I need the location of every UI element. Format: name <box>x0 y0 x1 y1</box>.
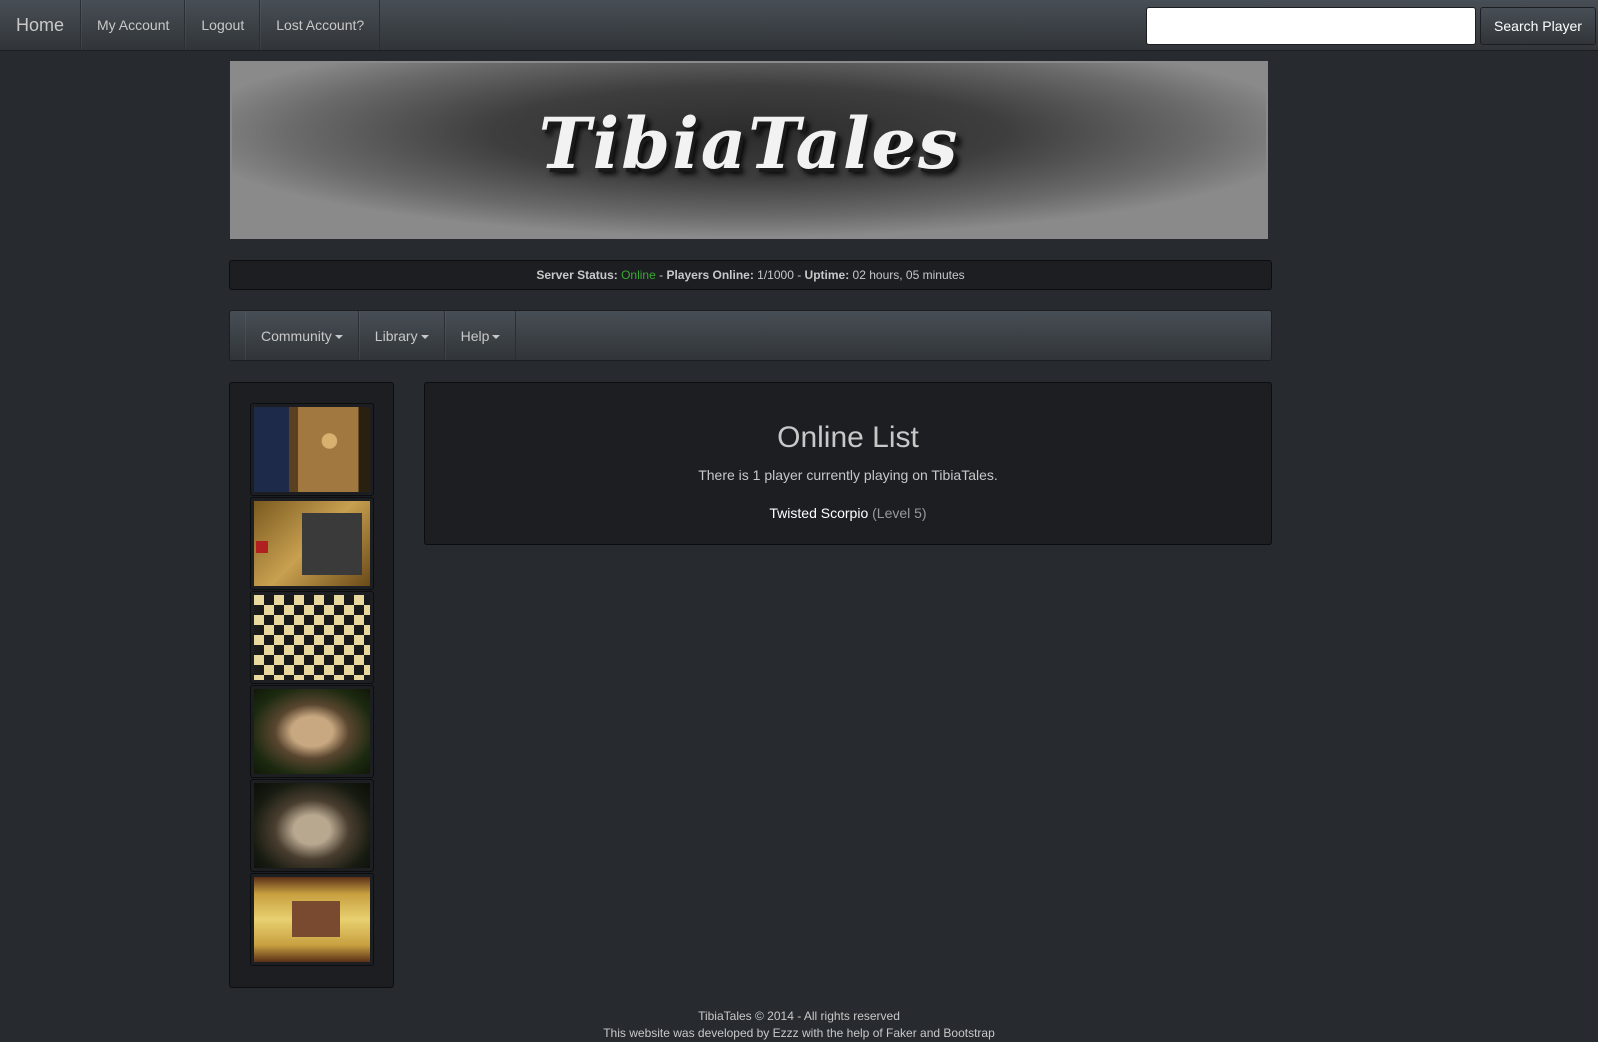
menu-library-label: Library <box>374 327 418 344</box>
online-count-text: There is 1 player currently playing on T… <box>698 467 998 483</box>
screenshot-thumbnail[interactable] <box>250 685 374 778</box>
home-link[interactable]: Home <box>0 0 82 50</box>
menu-community[interactable]: Community <box>245 311 359 360</box>
menu-library[interactable]: Library <box>358 311 445 360</box>
screenshot-sidebar <box>229 382 394 988</box>
site-banner: TibiaTales <box>230 61 1268 239</box>
my-account-link[interactable]: My Account <box>81 0 186 50</box>
caret-down-icon <box>492 334 501 339</box>
screenshot-thumbnail[interactable] <box>250 591 374 684</box>
logout-link[interactable]: Logout <box>185 0 261 50</box>
game-screenshot-image <box>254 595 370 680</box>
credits-text: This website was developed by Ezzz with … <box>603 1026 995 1040</box>
search-form: Search Player <box>1146 0 1598 51</box>
site-logo: TibiaTales <box>538 101 960 185</box>
separator: - <box>655 268 667 282</box>
game-screenshot-image <box>254 877 370 962</box>
menu-community-label: Community <box>261 327 332 344</box>
players-online-value: 1/1000 <box>753 268 794 282</box>
server-status-bar: Server Status: Online - Players Online: … <box>229 260 1272 290</box>
search-player-input[interactable] <box>1146 6 1476 45</box>
caret-down-icon <box>420 334 429 339</box>
server-status-value: Online <box>621 268 656 282</box>
caret-down-icon <box>334 334 343 339</box>
player-entry: Twisted Scorpio (Level 5) <box>425 505 1271 521</box>
players-online-label: Players Online: <box>666 268 754 282</box>
top-navbar: Home My Account Logout Lost Account? Sea… <box>0 0 1598 51</box>
main-menu: Community Library Help <box>229 310 1272 361</box>
footer: TibiaTales © 2014 - All rights reserved … <box>0 1008 1598 1042</box>
screenshot-thumbnail[interactable] <box>250 873 374 966</box>
screenshot-thumbnail[interactable] <box>250 779 374 872</box>
copyright-text: TibiaTales © 2014 - All rights reserved <box>698 1009 900 1023</box>
game-screenshot-image <box>254 501 370 586</box>
screenshot-thumbnail[interactable] <box>250 497 374 590</box>
game-screenshot-image <box>254 689 370 774</box>
screenshot-thumbnail[interactable] <box>250 403 374 496</box>
uptime-value: 02 hours, 05 minutes <box>849 268 965 282</box>
menu-help-label: Help <box>460 327 490 344</box>
uptime-label: Uptime: <box>804 268 850 282</box>
menu-help[interactable]: Help <box>444 311 517 360</box>
game-screenshot-image <box>254 783 370 868</box>
game-screenshot-image <box>254 407 370 492</box>
player-name-link[interactable]: Twisted Scorpio <box>769 505 868 521</box>
online-list-panel: Online List There is 1 player currently … <box>424 382 1272 545</box>
server-status-label: Server Status: <box>536 268 618 282</box>
search-player-button[interactable]: Search Player <box>1480 6 1596 45</box>
page-title: Online List <box>777 421 919 454</box>
lost-account-link[interactable]: Lost Account? <box>260 0 381 50</box>
separator: - <box>793 268 805 282</box>
player-level: (Level 5) <box>872 505 927 521</box>
